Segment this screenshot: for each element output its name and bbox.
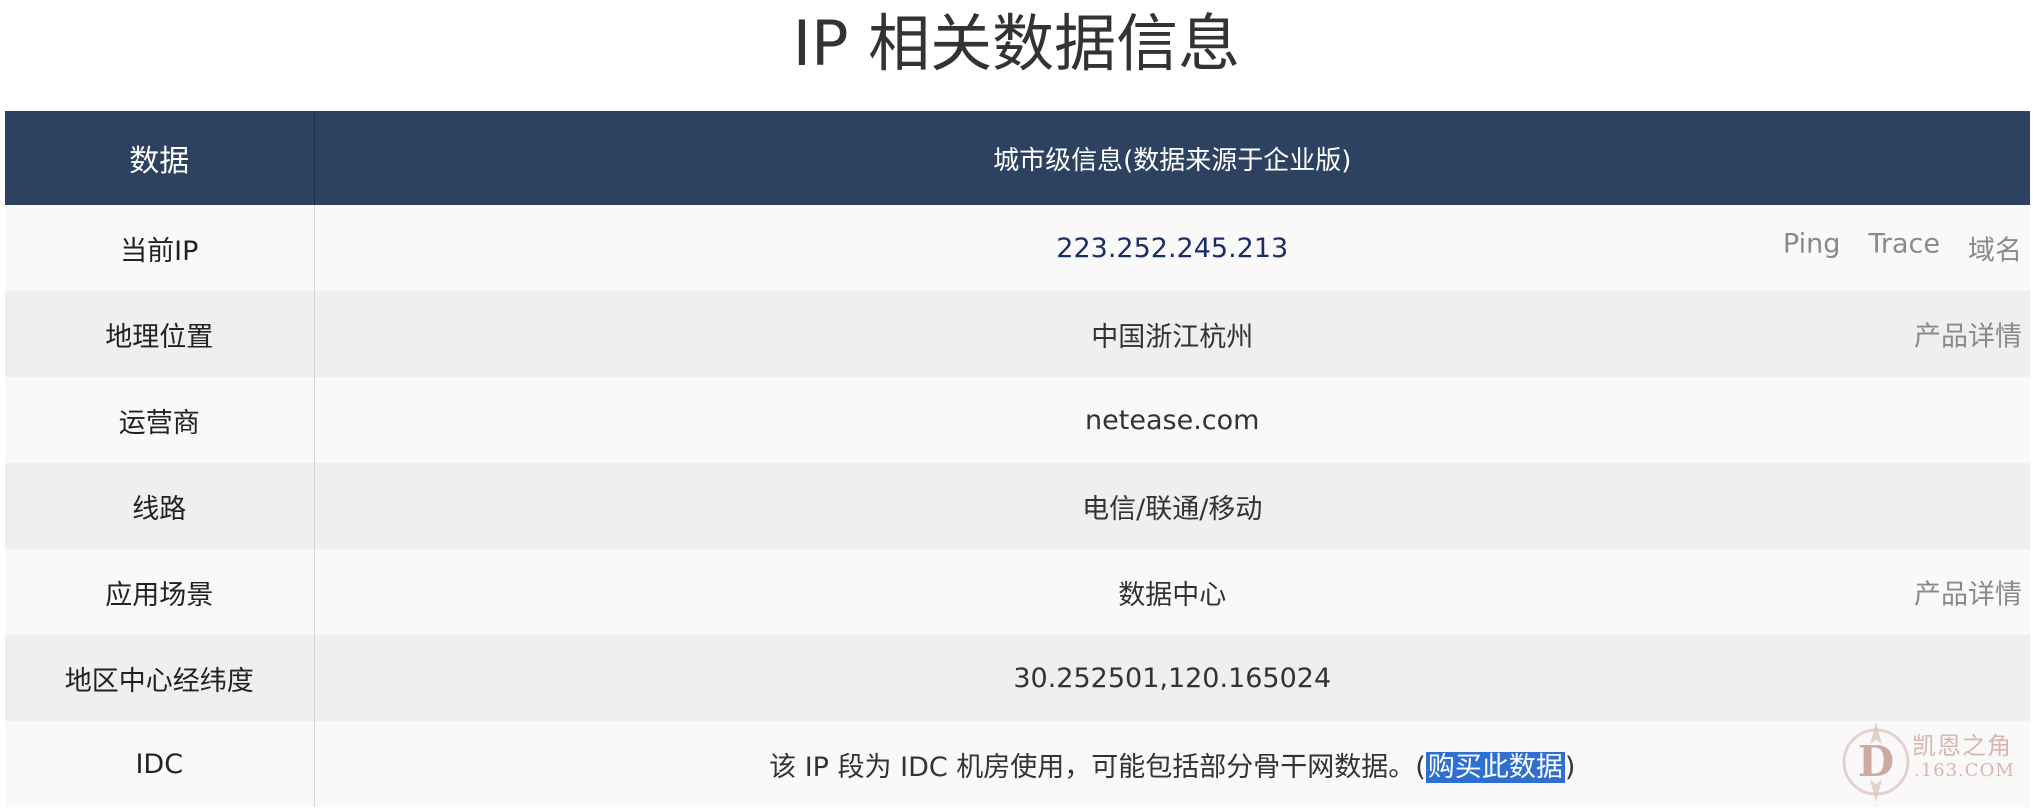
- row-label-isp: 运营商: [5, 377, 315, 463]
- table-row: 应用场景 数据中心 产品详情: [5, 549, 2030, 635]
- watermark-domain: .163.COM: [1914, 760, 2015, 781]
- table-row: 线路 电信/联通/移动: [5, 463, 2030, 549]
- scenario-product-details-link[interactable]: 产品详情: [1914, 573, 2022, 612]
- table-row: 运营商 netease.com: [5, 377, 2030, 463]
- coordinates-value: 30.252501,120.165024: [1013, 662, 1332, 694]
- header-data: 数据: [5, 111, 315, 205]
- table-row: IDC 该 IP 段为 IDC 机房使用，可能包括部分骨干网数据。(购买此数据): [5, 721, 2030, 807]
- row-label-line: 线路: [5, 463, 315, 549]
- domain-link[interactable]: 域名: [1968, 229, 2022, 268]
- table-row: 地区中心经纬度 30.252501,120.165024: [5, 635, 2030, 721]
- row-label-idc: IDC: [5, 721, 315, 807]
- page-title: IP 相关数据信息: [792, 7, 1241, 80]
- ip-tools: Ping Trace 域名: [1783, 229, 2022, 268]
- watermark-text: 凯恩之角: [1912, 732, 2012, 760]
- trace-link[interactable]: Trace: [1868, 229, 1940, 268]
- row-label-coordinates: 地区中心经纬度: [5, 635, 315, 721]
- row-value-current-ip: 223.252.245.213 Ping Trace 域名: [314, 205, 2030, 291]
- row-value-scenario: 数据中心 产品详情: [314, 549, 2030, 635]
- row-label-location: 地理位置: [5, 291, 315, 377]
- scenario-value: 数据中心: [1118, 579, 1227, 611]
- buy-data-link[interactable]: 购买此数据: [1425, 751, 1565, 783]
- row-value-isp: netease.com: [314, 377, 2030, 463]
- row-value-line: 电信/联通/移动: [314, 463, 2030, 549]
- idc-suffix: ): [1564, 751, 1576, 783]
- ip-info-table: 数据 城市级信息(数据来源于企业版) 当前IP 223.252.245.213 …: [5, 111, 2030, 807]
- row-value-coordinates: 30.252501,120.165024: [314, 635, 2030, 721]
- row-value-idc: 该 IP 段为 IDC 机房使用，可能包括部分骨干网数据。(购买此数据): [314, 721, 2030, 807]
- ping-link[interactable]: Ping: [1783, 229, 1840, 268]
- idc-description: 该 IP 段为 IDC 机房使用，可能包括部分骨干网数据。(: [769, 751, 1426, 783]
- line-value: 电信/联通/移动: [1082, 493, 1263, 525]
- table-row: 地理位置 中国浙江杭州 产品详情: [5, 291, 2030, 377]
- isp-value: netease.com: [1085, 404, 1260, 436]
- current-ip-link[interactable]: 223.252.245.213: [1056, 233, 1288, 264]
- row-label-scenario: 应用场景: [5, 549, 315, 635]
- watermark-letter: D: [1858, 737, 1894, 786]
- table-header-row: 数据 城市级信息(数据来源于企业版): [5, 111, 2030, 205]
- table-row: 当前IP 223.252.245.213 Ping Trace 域名: [5, 205, 2030, 291]
- location-value: 中国浙江杭州: [1091, 321, 1254, 353]
- row-label-current-ip: 当前IP: [5, 205, 315, 291]
- row-value-location: 中国浙江杭州 产品详情: [314, 291, 2030, 377]
- location-product-details-link[interactable]: 产品详情: [1914, 315, 2022, 354]
- header-city-info: 城市级信息(数据来源于企业版): [993, 145, 1352, 176]
